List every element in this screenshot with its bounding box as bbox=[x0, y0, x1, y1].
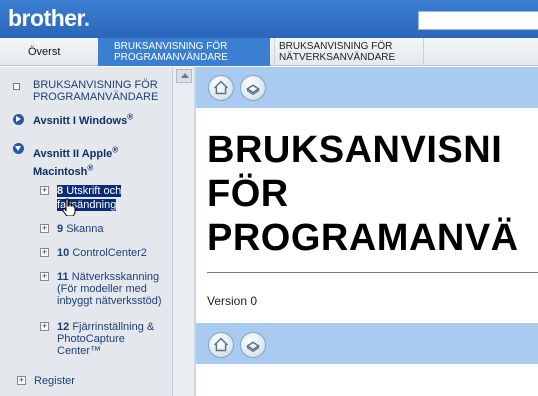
search-input[interactable] bbox=[418, 11, 538, 30]
logo-dot: . bbox=[83, 5, 90, 31]
app-header: brother. bbox=[0, 0, 538, 38]
title-line2: FÖR bbox=[207, 173, 289, 215]
print-button[interactable] bbox=[240, 75, 266, 101]
title-underline bbox=[207, 272, 538, 273]
home-button[interactable] bbox=[208, 75, 234, 101]
item-label-line2: (För modeller med bbox=[57, 283, 147, 295]
arrow-right-circle-icon[interactable] bbox=[13, 114, 24, 125]
tab-programanvandare[interactable]: BRUKSANVISNING FÖR PROGRAMANVÄNDARE bbox=[98, 38, 270, 66]
hand-cursor-icon bbox=[62, 198, 76, 216]
item-label: Skanna bbox=[66, 223, 104, 235]
expand-plus-icon[interactable]: + bbox=[40, 186, 49, 195]
square-bullet-icon bbox=[13, 83, 20, 90]
expand-plus-icon[interactable]: + bbox=[40, 224, 49, 233]
section-mac-line2: Macintosh bbox=[33, 166, 88, 178]
section-windows-label: Avsnitt I Windows bbox=[33, 115, 128, 127]
sidebar-section-windows[interactable]: Avsnitt I Windows® bbox=[33, 112, 134, 127]
home-icon bbox=[214, 80, 228, 95]
item-label-line3: inbyggt nätverksstöd) bbox=[57, 295, 162, 307]
tab-net-line2: NÄTVERKSANVÄNDARE bbox=[279, 52, 396, 63]
item-number: 9 bbox=[57, 223, 64, 235]
item-label: ControlCenter2 bbox=[72, 247, 147, 259]
title-line3: PROGRAMANVÄ bbox=[207, 217, 519, 259]
content-toolbar-top bbox=[196, 67, 538, 108]
sidebar-item-11[interactable]: 11 Nätverksskanning (För modeller med in… bbox=[57, 271, 162, 307]
registered-mark: ® bbox=[127, 112, 134, 122]
tab-net-line1: BRUKSANVISNING FÖR bbox=[279, 41, 393, 52]
sidebar-scrollbar[interactable] bbox=[172, 67, 194, 396]
tab-overst-label: Överst bbox=[28, 45, 61, 58]
tab-natverksanvandare[interactable]: BRUKSANVISNING FÖR NÄTVERKSANVÄNDARE bbox=[274, 38, 424, 66]
sidebar-item-12[interactable]: 12 Fjärrinställning & PhotoCapture Cente… bbox=[57, 321, 154, 357]
page-title: BRUKSANVISNI FÖR PROGRAMANVÄ bbox=[207, 128, 538, 260]
item-label: Utskrift och bbox=[66, 185, 122, 197]
arrow-down-circle-icon[interactable] bbox=[13, 143, 24, 154]
sidebar-item-line2: PROGRAMANVÄNDARE bbox=[33, 91, 159, 103]
sidebar-item-programanvandare[interactable]: BRUKSANVISNING FÖR PROGRAMANVÄNDARE bbox=[33, 79, 158, 103]
item-number: 8 bbox=[57, 185, 64, 197]
logo-text: brother bbox=[8, 5, 84, 31]
sidebar-item-10[interactable]: 10 ControlCenter2 bbox=[57, 247, 147, 259]
expand-plus-icon[interactable]: + bbox=[40, 272, 49, 281]
sidebar-section-mac[interactable]: Avsnitt II Apple® Macintosh® bbox=[33, 145, 118, 181]
brother-logo[interactable]: brother. bbox=[8, 5, 90, 32]
item-number: 11 bbox=[57, 271, 69, 283]
registered-mark: ® bbox=[87, 163, 94, 173]
registered-mark: ® bbox=[112, 145, 119, 155]
sidebar-item-register[interactable]: Register bbox=[34, 375, 75, 387]
tab-bar: Överst BRUKSANVISNING FÖR PROGRAMANVÄNDA… bbox=[0, 38, 538, 66]
section-mac-line1: Avsnitt II Apple bbox=[33, 148, 113, 160]
item-number: 10 bbox=[57, 247, 70, 259]
expand-plus-icon[interactable]: + bbox=[17, 376, 26, 385]
version-label: Version 0 bbox=[207, 294, 258, 308]
print-icon bbox=[246, 84, 260, 96]
expand-plus-icon[interactable]: + bbox=[40, 248, 49, 257]
expand-plus-icon[interactable]: + bbox=[40, 322, 49, 331]
print-button[interactable] bbox=[240, 332, 266, 358]
title-line1: BRUKSANVISNI bbox=[207, 129, 503, 171]
item-label: Fjärrinställning & bbox=[72, 321, 155, 333]
tab-prog-line2: PROGRAMANVÄNDARE bbox=[114, 52, 228, 63]
sidebar-item-line1: BRUKSANVISNING FÖR bbox=[33, 79, 158, 91]
sidebar-item-9[interactable]: 9 Skanna bbox=[57, 223, 104, 235]
scroll-up-button[interactable] bbox=[176, 69, 192, 83]
print-icon bbox=[246, 341, 260, 353]
item-label-line2: PhotoCapture bbox=[57, 333, 125, 345]
item-number: 12 bbox=[57, 321, 70, 333]
home-button[interactable] bbox=[208, 332, 234, 358]
content-toolbar-bottom bbox=[196, 323, 538, 364]
tab-overst[interactable]: Överst bbox=[28, 38, 60, 66]
tab-prog-line1: BRUKSANVISNING FÖR bbox=[114, 41, 228, 52]
home-icon bbox=[214, 337, 228, 352]
item-label: Register bbox=[34, 375, 75, 387]
item-label-line3: Center™ bbox=[57, 345, 102, 357]
item-label: Nätverksskanning bbox=[71, 271, 160, 283]
